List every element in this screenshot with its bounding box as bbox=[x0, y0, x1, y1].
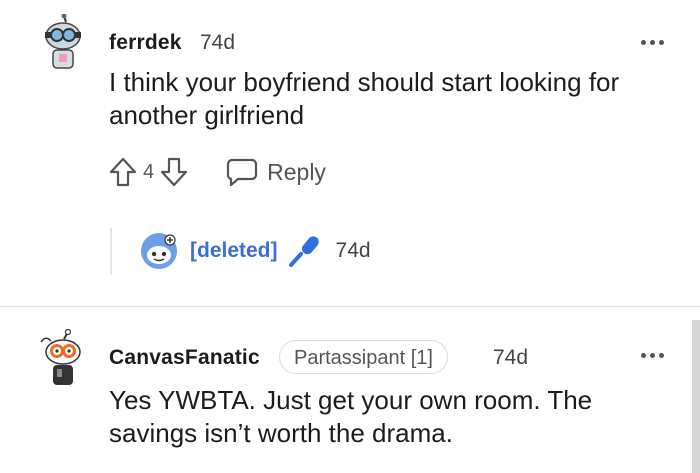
ellipsis-dot bbox=[659, 353, 664, 358]
comment-author[interactable]: ferrdek bbox=[109, 31, 182, 55]
comment-body-line: I think your boyfriend should start look… bbox=[109, 67, 620, 97]
user-avatar-icon[interactable] bbox=[38, 329, 88, 387]
ellipsis-dot bbox=[650, 353, 655, 358]
downvote-arrow-icon[interactable] bbox=[160, 157, 188, 187]
deleted-user-label[interactable]: [deleted] bbox=[190, 239, 278, 263]
comment-body-line: savings isn’t worth the drama. bbox=[109, 418, 453, 448]
comment-timestamp: 74d bbox=[200, 31, 236, 54]
upvote-arrow-icon[interactable] bbox=[109, 157, 137, 187]
scrollbar[interactable] bbox=[692, 320, 700, 473]
comment-timestamp: 74d bbox=[493, 346, 529, 369]
speech-bubble-icon bbox=[227, 158, 258, 187]
deleted-user-avatar-icon bbox=[141, 233, 177, 269]
comment-body: I think your boyfriend should start look… bbox=[109, 66, 619, 132]
user-flair-badge: Partassipant [1] bbox=[279, 340, 448, 374]
comment-body: Yes YWBTA. Just get your own room. The s… bbox=[109, 384, 592, 450]
deleted-reply: [deleted] 74d bbox=[139, 232, 371, 270]
ellipsis-icon bbox=[641, 40, 646, 45]
more-options-button[interactable] bbox=[641, 350, 667, 360]
user-avatar-icon[interactable] bbox=[38, 14, 88, 72]
vote-count: 4 bbox=[143, 160, 155, 183]
comment-body-line: Yes YWBTA. Just get your own room. The bbox=[109, 385, 593, 415]
microphone-icon bbox=[288, 236, 319, 267]
comment-divider bbox=[0, 306, 700, 307]
reply-button[interactable]: Reply bbox=[226, 157, 326, 187]
comment-author[interactable]: CanvasFanatic bbox=[109, 346, 260, 370]
ellipsis-icon bbox=[641, 353, 646, 358]
reply-label: Reply bbox=[267, 158, 326, 185]
comment-thread: ferrdek 74d I think your boyfriend shoul… bbox=[0, 0, 700, 473]
thread-line[interactable] bbox=[110, 228, 112, 275]
comment-actions: 4 Reply bbox=[109, 157, 326, 187]
ellipsis-dot bbox=[650, 40, 655, 45]
comment-body-line: another girlfriend bbox=[109, 100, 305, 130]
deleted-reply-timestamp: 74d bbox=[335, 239, 371, 262]
more-options-button[interactable] bbox=[641, 37, 667, 47]
ellipsis-dot bbox=[659, 40, 664, 45]
